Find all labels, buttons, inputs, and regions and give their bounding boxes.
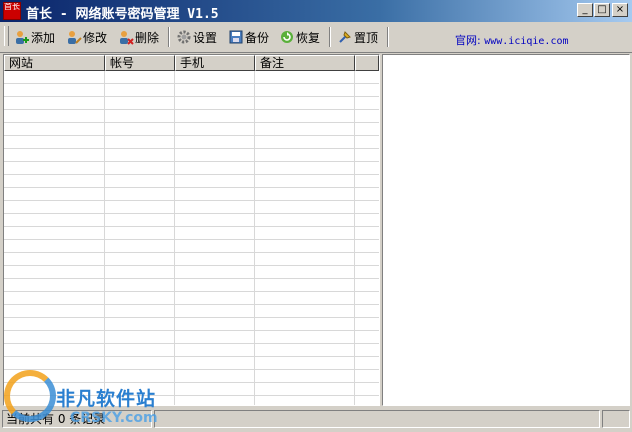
backup-button-label: 备份: [245, 30, 270, 45]
add-button[interactable]: 添加: [14, 26, 55, 48]
account-table[interactable]: 网站 帐号 手机 备注: [3, 54, 380, 406]
watermark-text-cn: 非凡软件站: [56, 388, 157, 410]
edit-button[interactable]: 修改: [66, 26, 107, 48]
restore-button-label: 恢复: [296, 30, 321, 45]
column-header-extra: [355, 55, 379, 71]
app-icon[interactable]: 首长: [3, 2, 21, 20]
user-edit-icon: [66, 29, 82, 45]
swirl-logo-icon: [4, 370, 56, 422]
user-add-icon: [14, 29, 30, 45]
settings-button[interactable]: 设置: [176, 26, 217, 48]
restore-icon: [279, 29, 295, 45]
minimize-button[interactable]: _: [577, 3, 593, 17]
gear-icon: [176, 29, 192, 45]
toolbar-grip[interactable]: [4, 26, 9, 46]
table-header: 网站 帐号 手机 备注: [4, 55, 379, 71]
delete-button[interactable]: 删除: [118, 26, 159, 48]
official-site-link[interactable]: 官网: www.iciqie.com: [455, 32, 569, 48]
column-header-phone[interactable]: 手机: [175, 55, 255, 71]
official-site-label: 官网:: [455, 34, 481, 47]
column-header-account[interactable]: 帐号: [105, 55, 175, 71]
detail-panel[interactable]: [382, 54, 630, 406]
toolbar-separator: [329, 27, 331, 47]
close-button[interactable]: ×: [612, 3, 628, 17]
window-title: 首长 - 网络账号密码管理 V1.5: [26, 7, 219, 22]
column-header-website[interactable]: 网站: [4, 55, 105, 71]
user-delete-icon: [118, 29, 134, 45]
add-button-label: 添加: [31, 30, 56, 45]
watermark-text-en: CRSKY.com: [70, 410, 158, 426]
restore-button[interactable]: 恢复: [279, 26, 320, 48]
watermark-logo: 非凡软件站 CRSKY.com: [4, 366, 164, 430]
title-bar[interactable]: 首长 首长 - 网络账号密码管理 V1.5 _ □ ×: [0, 0, 632, 22]
pin-top-button[interactable]: 置顶: [337, 26, 378, 48]
status-panel-middle: [154, 410, 600, 428]
table-body[interactable]: [4, 71, 379, 405]
edit-button-label: 修改: [83, 30, 108, 45]
toolbar-separator: [387, 27, 389, 47]
official-site-url[interactable]: www.iciqie.com: [484, 36, 568, 47]
status-panel-right: [602, 410, 630, 428]
settings-button-label: 设置: [193, 30, 218, 45]
backup-button[interactable]: 备份: [228, 26, 269, 48]
delete-button-label: 删除: [135, 30, 160, 45]
column-header-note[interactable]: 备注: [255, 55, 355, 71]
backup-icon: [228, 29, 244, 45]
pin-top-icon: [337, 29, 353, 45]
maximize-button[interactable]: □: [594, 3, 610, 17]
toolbar-separator: [168, 27, 170, 47]
toolbar: 添加 修改 删除 设置 备份 恢复 置顶 官网: www.iciqie.com: [0, 22, 632, 53]
pin-top-button-label: 置顶: [354, 30, 379, 45]
